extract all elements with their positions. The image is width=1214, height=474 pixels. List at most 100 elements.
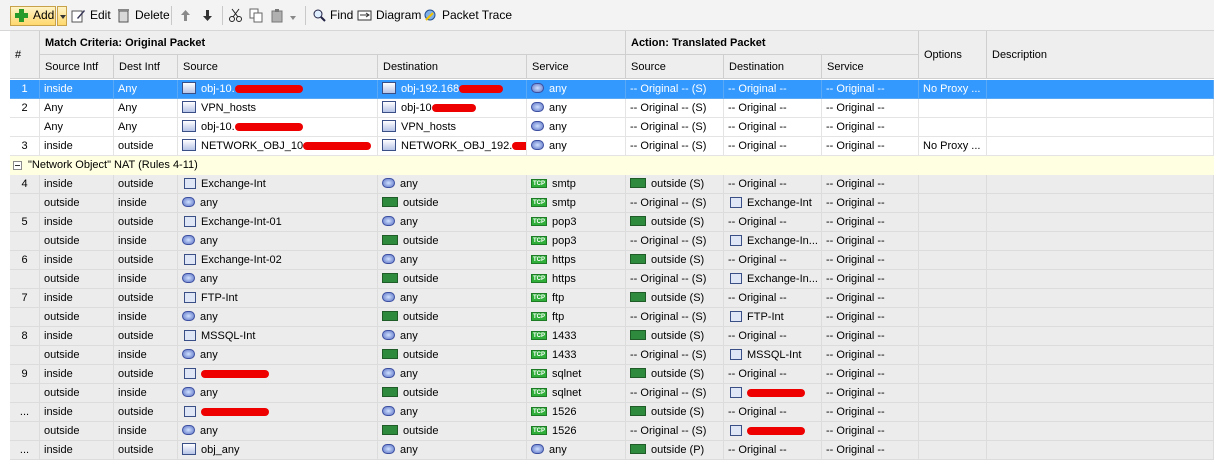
- table-row[interactable]: ... inside outside obj_any any any outside (P)…: [10, 441, 1214, 460]
- diagram-button[interactable]: Diagram: [376, 0, 421, 31]
- destination-cell: any: [378, 175, 527, 194]
- translated-service-cell: -- Original --: [822, 327, 919, 346]
- table-row[interactable]: 9 inside outside any TCP sqlnet outside (S) -- …: [10, 365, 1214, 384]
- destination-cell: any: [378, 289, 527, 308]
- source-intf-cell-text: Any: [44, 121, 63, 133]
- dest-intf-cell-text: inside: [118, 197, 147, 209]
- edit-button[interactable]: Edit: [90, 0, 111, 31]
- source-intf-cell-text: outside: [44, 311, 80, 323]
- table-row[interactable]: 4 inside outside Exchange-Int any TCP smtp outs…: [10, 175, 1214, 194]
- translated-service-cell-text: -- Original --: [826, 178, 885, 190]
- destination-cell: any: [378, 403, 527, 422]
- source-intf-cell-text: inside: [44, 368, 73, 380]
- collapse-toggle-icon[interactable]: [13, 161, 22, 170]
- group-row-network-object-nat[interactable]: "Network Object" NAT (Rules 4-11): [10, 156, 1214, 175]
- column-header-options[interactable]: Options: [919, 31, 987, 79]
- separator: [222, 6, 223, 25]
- destination-cell: outside: [378, 384, 527, 403]
- tcp-icon: TCP: [531, 425, 547, 435]
- add-label: Add: [33, 8, 55, 22]
- table-row[interactable]: 3 inside outside NETWORK_OBJ_10 NETWORK_OBJ_…: [10, 137, 1214, 156]
- source-cell-text: Exchange-Int-01: [201, 216, 282, 228]
- column-header-source[interactable]: Source: [178, 55, 378, 79]
- table-row[interactable]: 6 inside outside Exchange-Int-02 any TCP https…: [10, 251, 1214, 270]
- table-row[interactable]: outside inside any outside TCP ftp -- Original…: [10, 308, 1214, 327]
- service-cell-text: ftp: [552, 311, 565, 323]
- table-row[interactable]: 1 inside Any obj-10. obj-192.168 any -- Origin…: [10, 80, 1214, 99]
- any-icon: [531, 83, 544, 94]
- service-cell-text: any: [549, 444, 567, 456]
- paste-dropdown-icon[interactable]: [290, 12, 296, 20]
- add-dropdown-arrow[interactable]: [57, 6, 67, 26]
- network-icon: [182, 101, 196, 114]
- service-cell-text: 1526: [552, 406, 577, 418]
- arrow-down-icon[interactable]: [200, 8, 215, 23]
- destination-cell: any: [378, 213, 527, 232]
- source-intf-cell-text: Any: [44, 102, 63, 114]
- cut-icon[interactable]: [228, 8, 243, 23]
- table-header: # Match Criteria: Original Packet Action…: [10, 31, 1214, 79]
- destination-cell: outside: [378, 194, 527, 213]
- description-cell: [987, 137, 1214, 156]
- dest-intf-cell-text: outside: [118, 330, 154, 342]
- dest-intf-cell: Any: [114, 118, 178, 137]
- column-header-destination[interactable]: Destination: [378, 55, 527, 79]
- table-row[interactable]: outside inside any outside TCP 1433 -- Origina…: [10, 346, 1214, 365]
- column-header-number[interactable]: #: [10, 31, 40, 79]
- packet-trace-button[interactable]: Packet Trace: [442, 0, 512, 31]
- source-cell-text: MSSQL-Int: [201, 330, 256, 342]
- any-icon: [531, 444, 544, 455]
- column-header-translated-destination[interactable]: Destination: [724, 55, 822, 79]
- options-cell-text: No Proxy ...: [923, 140, 981, 152]
- interface-icon: [382, 273, 398, 284]
- table-row[interactable]: ... inside outside any TCP 1526 outside (S) -- …: [10, 403, 1214, 422]
- description-cell: [987, 289, 1214, 308]
- translated-destination-cell: FTP-Int: [724, 308, 822, 327]
- table-row[interactable]: 5 inside outside Exchange-Int-01 any TCP pop3 o…: [10, 213, 1214, 232]
- column-header-translated-source[interactable]: Source: [626, 55, 724, 79]
- any-icon: [531, 140, 544, 151]
- find-button[interactable]: Find: [330, 0, 353, 31]
- table-row[interactable]: 8 inside outside MSSQL-Int any TCP 1433 outside…: [10, 327, 1214, 346]
- service-cell: TCP sqlnet: [527, 384, 626, 403]
- column-header-description[interactable]: Description: [987, 31, 1214, 79]
- table-row[interactable]: Any Any obj-10. VPN_hosts any -- Original -- …: [10, 118, 1214, 137]
- arrow-up-icon[interactable]: [178, 8, 193, 23]
- service-cell-text: smtp: [552, 178, 576, 190]
- translated-destination-cell-text: -- Original --: [728, 140, 787, 152]
- paste-icon[interactable]: [270, 8, 285, 23]
- table-row[interactable]: outside inside any outside TCP smtp -- Origina…: [10, 194, 1214, 213]
- column-header-translated-service[interactable]: Service: [822, 55, 919, 79]
- column-header-source-intf[interactable]: Source Intf: [40, 55, 114, 79]
- dest-intf-cell: outside: [114, 289, 178, 308]
- separator: [305, 6, 306, 25]
- dest-intf-cell-text: Any: [118, 121, 137, 133]
- destination-cell: outside: [378, 422, 527, 441]
- translated-destination-cell: -- Original --: [724, 251, 822, 270]
- translated-service-cell: -- Original --: [822, 80, 919, 99]
- column-header-service[interactable]: Service: [527, 55, 626, 79]
- delete-button[interactable]: Delete: [135, 0, 170, 31]
- table-row[interactable]: outside inside any outside TCP https -- Origin…: [10, 270, 1214, 289]
- translated-service-cell: -- Original --: [822, 99, 919, 118]
- source-intf-cell: inside: [40, 137, 114, 156]
- table-row[interactable]: 2 Any Any VPN_hosts obj-10 any -- Original -- …: [10, 99, 1214, 118]
- translated-destination-cell-text: Exchange-In...: [747, 273, 818, 285]
- copy-icon[interactable]: [249, 8, 264, 23]
- dest-intf-cell-text: outside: [118, 368, 154, 380]
- source-cell: FTP-Int: [178, 289, 378, 308]
- translated-destination-cell-text: Exchange-In...: [747, 235, 818, 247]
- table-row[interactable]: outside inside any outside TCP pop3 -- Origina…: [10, 232, 1214, 251]
- service-cell: TCP ftp: [527, 308, 626, 327]
- destination-cell: outside: [378, 232, 527, 251]
- table-row[interactable]: outside inside any outside TCP 1526 -- Origina…: [10, 422, 1214, 441]
- service-cell-text: 1526: [552, 425, 577, 437]
- table-row[interactable]: outside inside any outside TCP sqlnet -- Origi…: [10, 384, 1214, 403]
- translated-service-cell: -- Original --: [822, 118, 919, 137]
- destination-cell-text: any: [400, 216, 418, 228]
- host-icon: [730, 272, 742, 284]
- table-row[interactable]: 7 inside outside FTP-Int any TCP ftp outside (S…: [10, 289, 1214, 308]
- column-header-dest-intf[interactable]: Dest Intf: [114, 55, 178, 79]
- source-cell: any: [178, 308, 378, 327]
- trash-icon: [116, 8, 131, 23]
